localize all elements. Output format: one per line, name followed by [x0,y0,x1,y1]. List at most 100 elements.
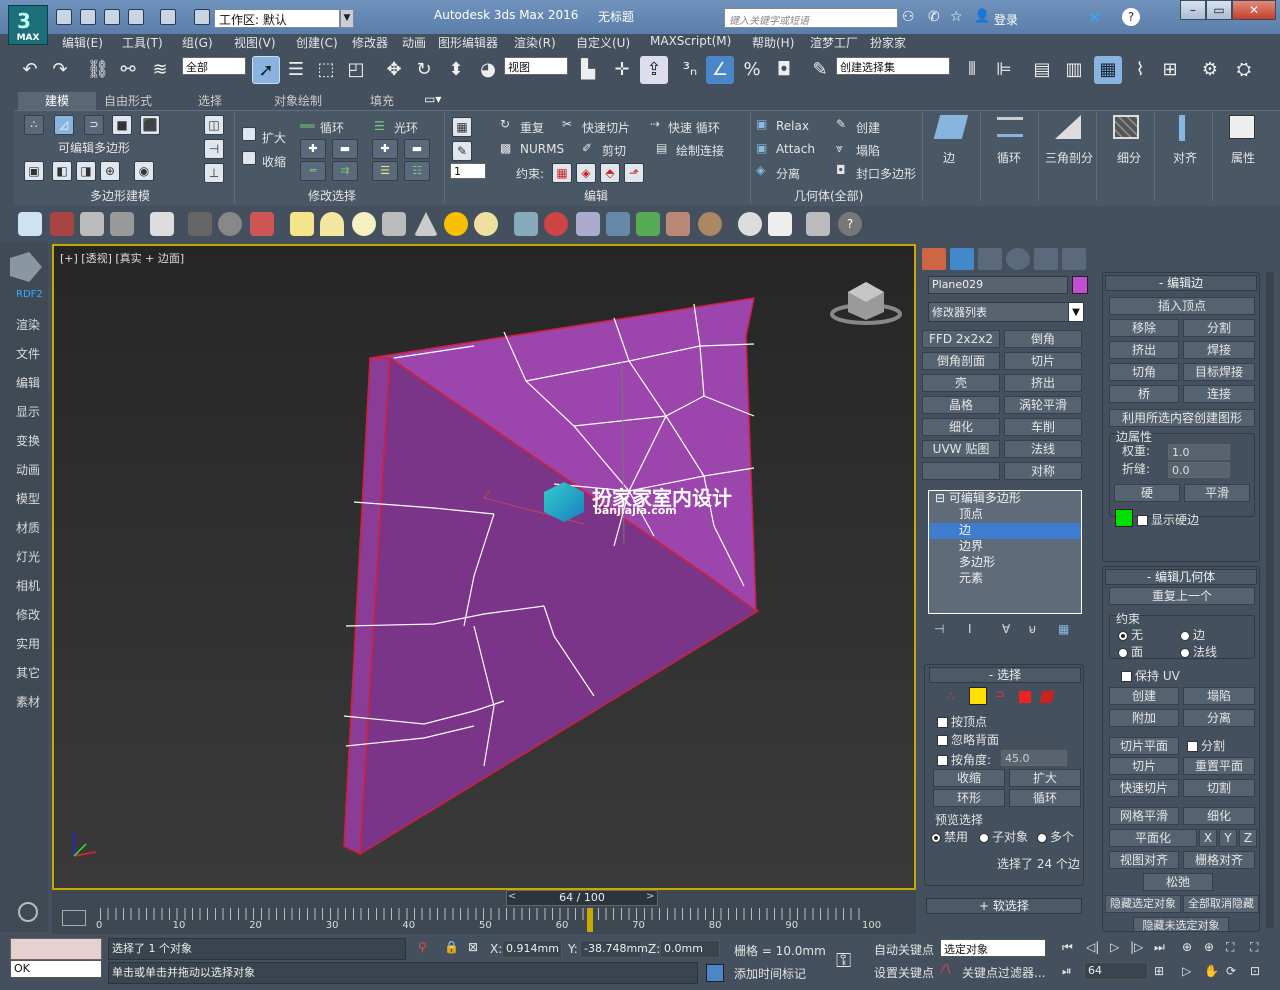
subdivide-big-button[interactable]: 细分 [1096,111,1152,201]
menu-item[interactable]: 动画 [402,34,426,51]
hide-selected-button[interactable]: 隐藏选定对象 [1105,895,1181,913]
align-icon[interactable]: ⊫ [990,56,1018,84]
crease-spinner[interactable]: 0.0 [1168,462,1230,478]
detach-button[interactable]: 分离 [776,165,800,182]
light-lister-icon[interactable] [150,212,174,236]
constraint-none-radio[interactable]: 无 [1118,626,1143,643]
viewport-label[interactable]: [+] [透视] [真实 + 边面] [60,250,184,266]
ring-button[interactable]: 光环 [394,119,418,136]
manipulate-icon[interactable]: ✛ [608,56,636,84]
menu-item[interactable]: 图形编辑器 [438,34,498,51]
selection-title[interactable]: - 选择 [929,667,1081,683]
render-frame-icon[interactable] [50,212,74,236]
shrink-button[interactable]: 收缩 [262,153,286,170]
material-icon[interactable] [250,212,274,236]
border-icon[interactable]: ⊃ [84,115,104,135]
repeat-spinner[interactable]: 1 [450,163,486,179]
ring-mode-icon[interactable]: ☰ [372,161,398,181]
polygon-icon[interactable]: ■ [112,115,132,135]
sidebar-item-display[interactable]: 显示 [16,403,40,420]
zoom-extents-all-icon[interactable]: ⛶ [1250,940,1258,955]
create-button[interactable]: 创建 [856,119,880,136]
shrink-icon[interactable] [242,151,256,165]
quickslice-icon[interactable]: ✂ [562,117,572,131]
unhide-all-button[interactable]: 全部取消隐藏 [1183,895,1259,913]
binoculars-icon[interactable]: ⚇ [902,9,915,25]
insert-vertex-button[interactable]: 插入顶点 [1109,297,1255,315]
object-color-swatch[interactable] [1072,276,1088,294]
create-tab-icon[interactable] [922,248,946,270]
weld-button[interactable]: 焊接 [1183,341,1255,359]
constraint-none-icon[interactable]: ▦ [552,163,572,183]
proxy-icon[interactable] [514,212,538,236]
spinner-snap-icon[interactable]: ◘ [770,56,798,84]
sidebar-item-animation[interactable]: 动画 [16,461,40,478]
fov-icon[interactable]: ▷ [1182,964,1191,978]
unlink-icon[interactable]: ⚯ [114,56,142,84]
sidebar-item-material[interactable]: 材质 [16,519,40,536]
z-coordinate[interactable]: 0.0mm [660,940,720,958]
window-crossing-icon[interactable]: ◰ [342,56,370,84]
shrink-loop-icon[interactable]: ▬ [332,139,358,159]
fur-icon[interactable] [606,212,630,236]
menu-item[interactable]: 帮助(H) [752,34,794,51]
planar-z-button[interactable]: Z [1239,829,1257,847]
modifier-button[interactable]: 挤出 [1004,374,1082,392]
border-mode-icon[interactable]: ⊃ [995,687,1005,701]
save-icon[interactable] [104,9,120,25]
ring-icon[interactable]: ☰ [374,119,385,133]
render-setup-icon[interactable] [80,212,104,236]
material-editor-icon[interactable]: ⚙ [1196,56,1224,84]
layer-manager-icon[interactable]: ▤ [1028,56,1056,84]
constraint-edge-radio[interactable]: 边 [1180,626,1205,643]
menu-item[interactable]: 渲染(R) [514,34,556,51]
mini-curve-icon[interactable] [62,910,86,926]
element-mode-icon[interactable] [1039,691,1055,703]
attach-button[interactable]: 附加 [1109,709,1179,727]
loop-mode2-icon[interactable]: ⇉ [332,161,358,181]
loop-icon[interactable]: ══ [300,119,314,133]
stack-item-border[interactable]: 边界 [929,539,1081,555]
key-mode-dropdown[interactable]: 选定对象 [940,939,1046,957]
attach-button[interactable]: Attach [776,142,815,156]
chamfer-button[interactable]: 切角 [1109,363,1179,381]
target-weld-button[interactable]: 目标焊接 [1183,363,1255,381]
grow-icon[interactable] [242,127,256,141]
edge-mode-icon[interactable] [969,687,987,705]
dome-light-icon[interactable] [320,212,344,236]
mirror-icon[interactable]: ⫴ [958,56,986,84]
chevron-down-icon[interactable]: ▼ [340,9,354,28]
next-frame-icon[interactable]: > [646,891,654,902]
user-icon[interactable]: 👤 [974,9,990,24]
constraint-edge-icon[interactable]: ◈ [576,163,596,183]
chevron-down-icon[interactable]: ▼ [1068,302,1084,322]
polygon-mode-icon[interactable] [1019,691,1031,703]
repeat-last-button[interactable]: 重复上一个 [1109,587,1255,605]
vertex-mode-icon[interactable]: ∴ [947,689,955,703]
reset-plane-button[interactable]: 重置平面 [1183,757,1255,775]
split-checkbox[interactable]: 分割 [1187,737,1225,754]
zoom-extents-icon[interactable]: ⛶ [1226,940,1234,955]
scripts-icon[interactable] [806,212,830,236]
modifier-stack[interactable]: ⊟ 可编辑多边形 顶点 边 边界 多边形 元素 [928,490,1082,614]
modifier-button[interactable]: 车削 [1004,418,1082,436]
power-icon[interactable] [18,902,38,922]
select-object-icon[interactable]: ➚ [252,56,280,84]
hard-edge-color-swatch[interactable] [1115,509,1133,527]
goto-end-icon[interactable]: ⏭ [1154,940,1165,955]
snap-icon[interactable]: ³ₙ [676,56,704,84]
split-button[interactable]: 分割 [1183,319,1255,337]
tab-freeform[interactable]: 自由形式 [104,92,152,109]
time-tag-icon[interactable] [706,964,724,982]
zoom-icon[interactable]: ⊕ [1182,940,1192,954]
preview-off-radio[interactable]: 禁用 [931,828,968,845]
close-button[interactable]: ✕ [1232,0,1276,20]
tab-object-paint[interactable]: 对象绘制 [274,92,322,109]
collapse-stack-icon[interactable]: ⊕ [100,161,120,181]
perspective-viewport[interactable]: 扮家家室内设计 banjiajia.com [52,244,916,890]
modifier-button[interactable]: 切片 [1004,352,1082,370]
render-window-icon[interactable] [110,212,134,236]
by-angle-checkbox[interactable]: 按角度: [937,751,991,768]
time-config-icon[interactable]: ⊞ [1154,964,1164,978]
cap-poly-icon[interactable]: ◘ [836,163,846,177]
